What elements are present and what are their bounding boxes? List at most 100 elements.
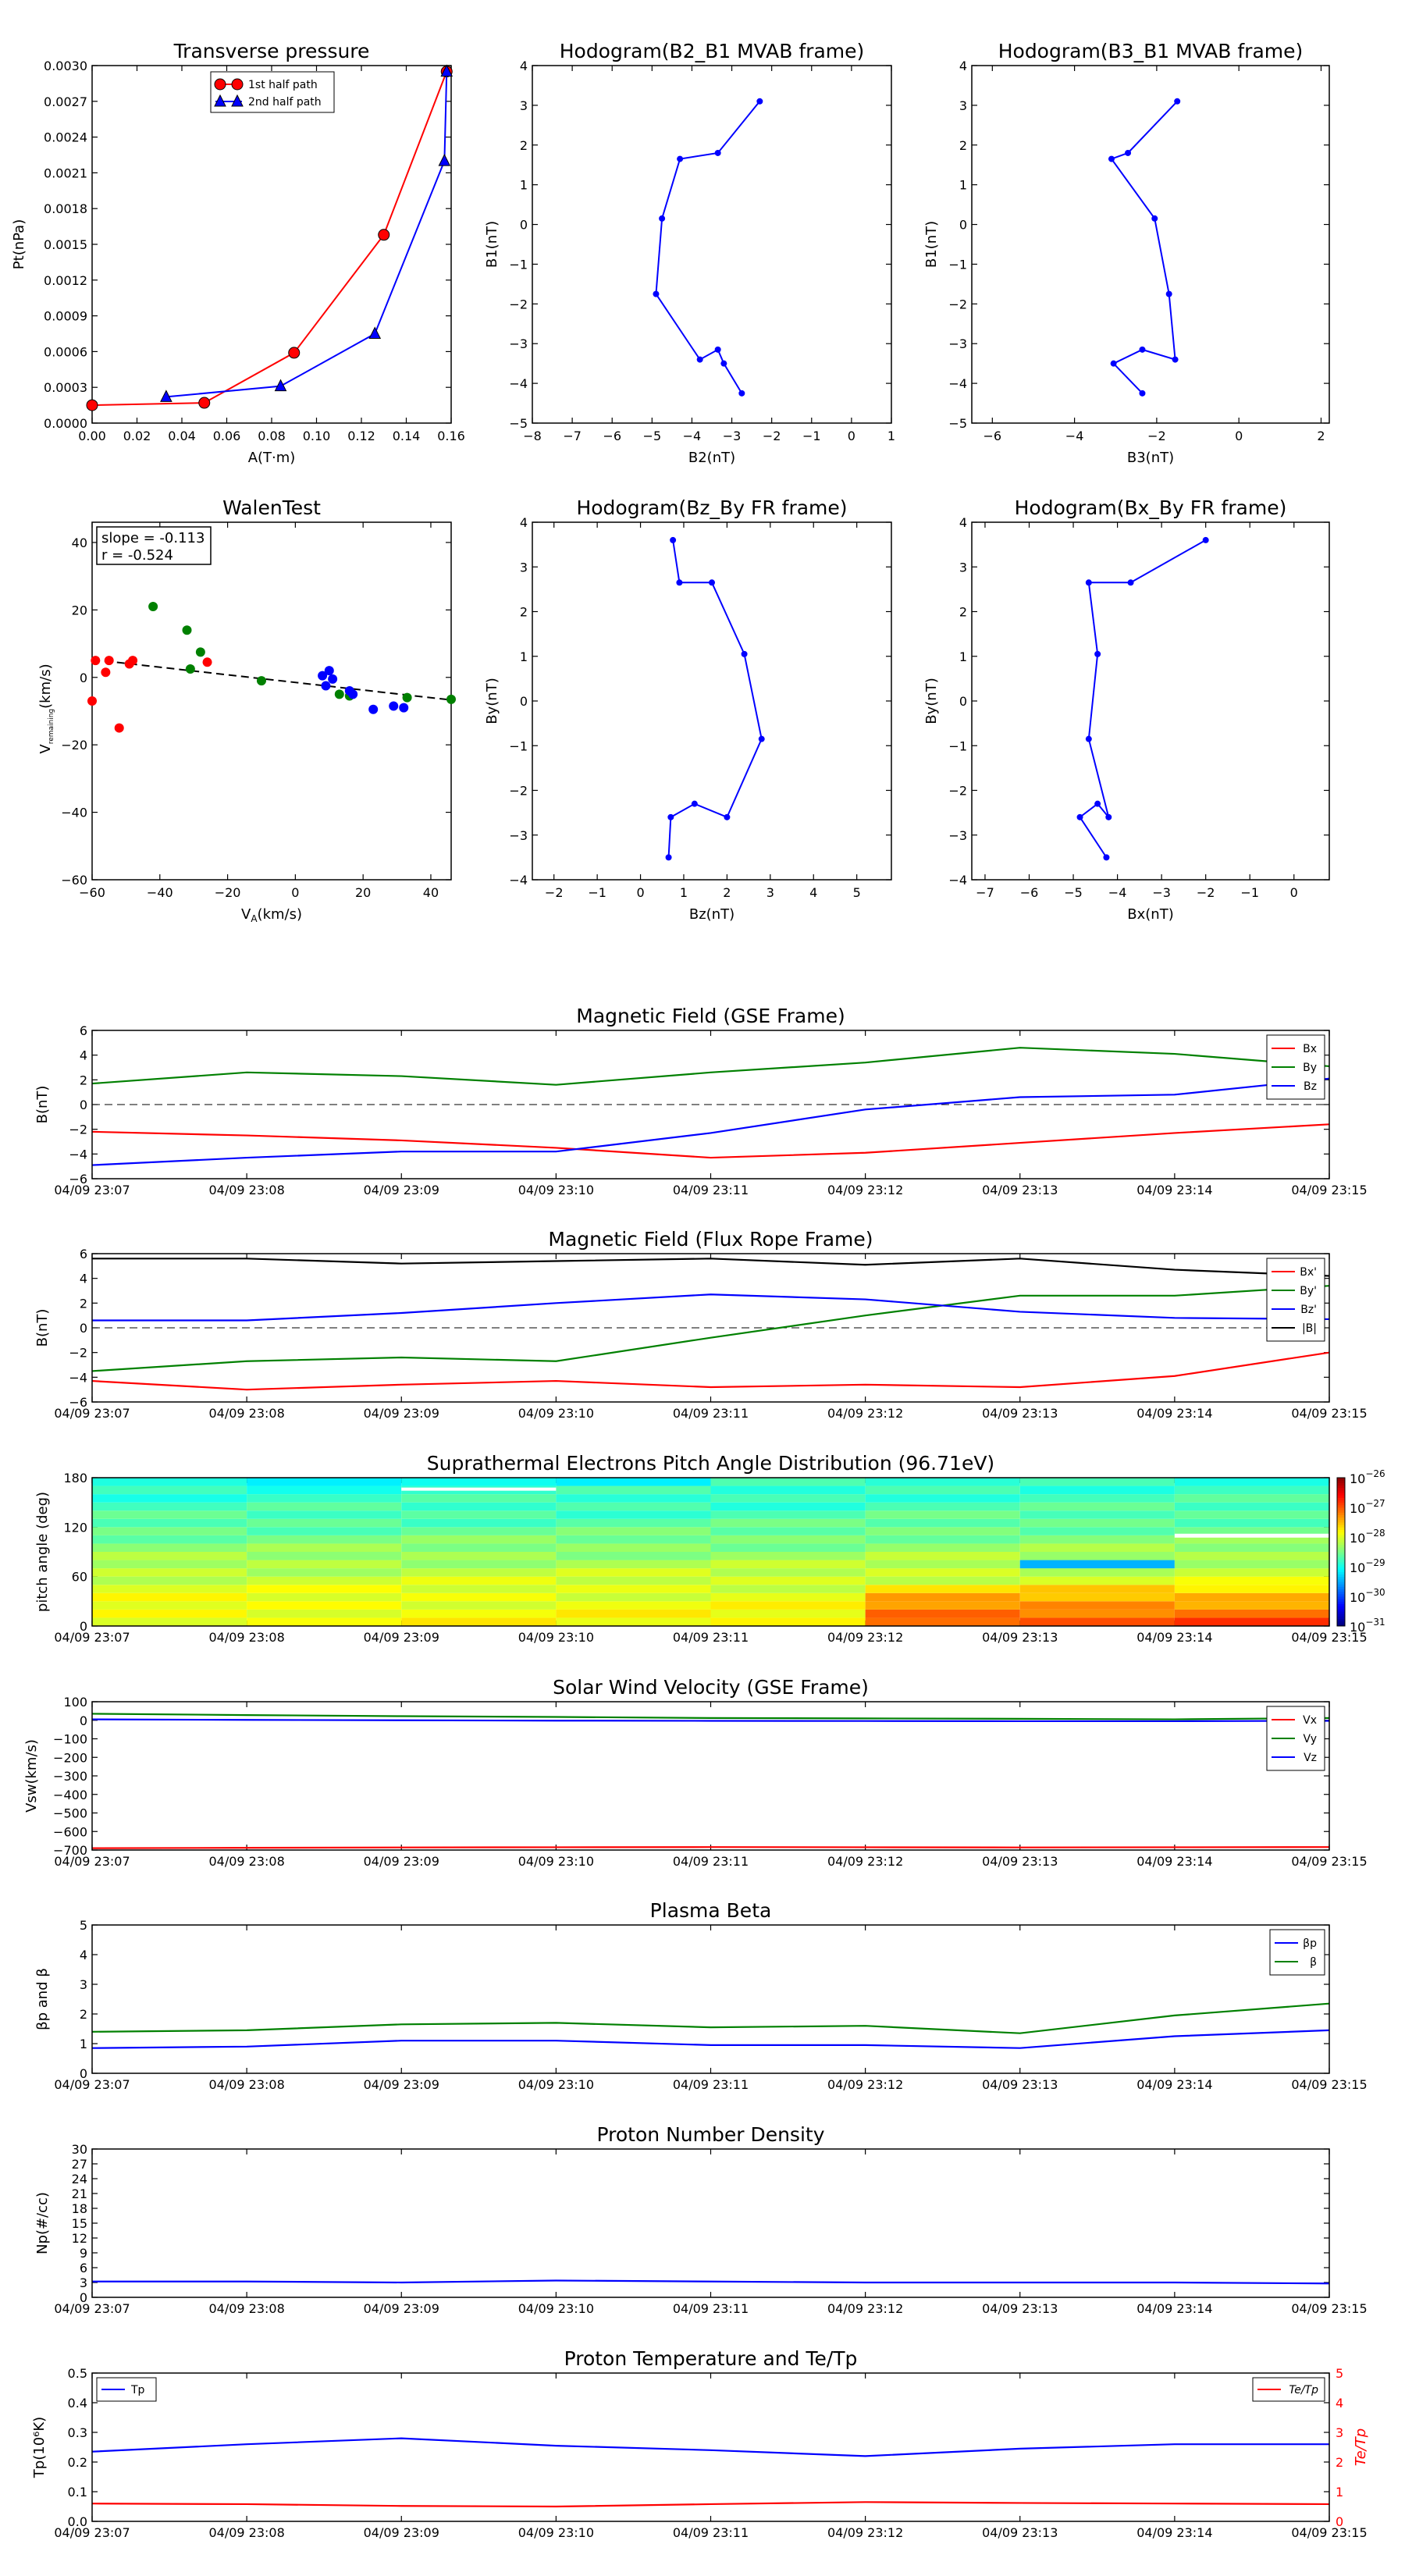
x-tick-label: 0.16: [437, 429, 465, 443]
heatmap-cell: [247, 1485, 402, 1495]
heatmap-cell: [247, 1568, 402, 1577]
heatmap-cell: [556, 1585, 711, 1593]
x-tick-label: 04/09 23:07: [54, 1406, 130, 1421]
x-axis-label: B2(nT): [688, 450, 735, 466]
heatmap-cell: [401, 1585, 557, 1593]
x-tick-label: 04/09 23:11: [673, 1630, 749, 1645]
heatmap-cell: [1019, 1527, 1175, 1535]
panel-title: Transverse pressure: [173, 40, 370, 62]
heatmap-cell: [1174, 1576, 1329, 1585]
heatmap-cell: [710, 1510, 866, 1519]
plot-frame: [91, 65, 452, 424]
y-tick-label: 0.0000: [44, 416, 87, 431]
y-tick-label: 4: [959, 515, 967, 530]
x-tick-label: 04/09 23:13: [982, 2301, 1058, 2316]
heatmap-cell: [865, 1568, 1020, 1577]
x-tick-label: 04/09 23:10: [518, 2301, 594, 2316]
hodogram-point: [714, 346, 721, 353]
y-tick-label: 1: [959, 649, 967, 664]
y-tick-label: 12: [72, 2231, 87, 2246]
x-tick-label: −1: [802, 429, 821, 443]
hodogram-point: [1139, 346, 1146, 353]
x-tick-label: 04/09 23:07: [54, 2077, 130, 2092]
colorbar-segment: [1337, 1589, 1345, 1592]
legend-label: Tp: [130, 2384, 145, 2396]
x-tick-label: 04/09 23:08: [208, 1630, 284, 1645]
panel-vsw: Solar Wind Velocity (GSE Frame) 04/09 23:…: [23, 1676, 1368, 1869]
colorbar-segment: [1337, 1480, 1345, 1483]
walen-point: [202, 657, 212, 667]
heatmap-cell: [710, 1543, 866, 1552]
series-line: [91, 2029, 1330, 2049]
y-right-tick-label: 2: [1336, 2455, 1343, 2470]
colorbar-segment: [1337, 1571, 1345, 1574]
heatmap-cell: [1019, 1609, 1175, 1618]
x-tick-label: 04/09 23:10: [518, 1854, 594, 1869]
x-tick-label: −3: [1152, 885, 1171, 900]
legend-marker: [231, 78, 244, 91]
colorbar-segment: [1337, 1485, 1345, 1489]
walen-point: [128, 656, 138, 666]
y-tick-label: 3: [520, 560, 528, 575]
heatmap-cell: [92, 1560, 247, 1569]
y-tick-label: 0.0027: [44, 94, 87, 109]
y-tick-label: −2: [509, 297, 528, 311]
heatmap-cell: [247, 1535, 402, 1544]
x-tick-label: 04/09 23:13: [982, 1854, 1058, 1869]
y-tick-label: 0.0: [68, 2514, 87, 2529]
fit-line: [91, 658, 452, 701]
heatmap-cell: [865, 1485, 1020, 1495]
plot-frame: [532, 521, 892, 881]
y-tick-label: 0: [959, 694, 967, 709]
heatmap-cell: [556, 1568, 711, 1577]
x-tick-label: 0.06: [213, 429, 241, 443]
y-tick-label: −6: [69, 1172, 87, 1187]
heatmap-cell: [401, 1502, 557, 1511]
heatmap-cell: [247, 1527, 402, 1535]
heatmap-cell: [1019, 1592, 1175, 1602]
panel-hodo2: Hodogram(B3_B1 MVAB frame) B3(nT) −6 −4 −2 0 2…: [923, 40, 1330, 466]
x-tick-label: 04/09 23:10: [518, 1183, 594, 1197]
plot-frame: [532, 65, 892, 424]
hodogram-point: [741, 650, 748, 657]
heatmap-cell: [92, 1601, 247, 1610]
heatmap-cell: [556, 1478, 711, 1486]
series-line: [91, 2002, 1330, 2034]
y-tick-label: 4: [959, 59, 967, 73]
heatmap-cell: [92, 1617, 247, 1626]
x-tick-label: 04/09 23:14: [1136, 2301, 1212, 2316]
plot-frame: [971, 521, 1330, 881]
x-tick-label: 04/09 23:11: [673, 1406, 749, 1421]
y-tick-label: −6: [69, 1395, 87, 1410]
y-tick-label: −5: [509, 416, 528, 431]
y-tick-label: 0.0012: [44, 273, 87, 288]
heatmap-cell: [710, 1568, 866, 1577]
y-axis-label: Np(#/cc): [34, 2192, 51, 2254]
plot-frame: [91, 2148, 1330, 2298]
hodogram-point: [720, 360, 727, 367]
x-tick-label: 04/09 23:08: [208, 2077, 284, 2092]
walen-point: [348, 689, 358, 699]
y-tick-label: 4: [80, 1048, 87, 1063]
heatmap-cell: [247, 1592, 402, 1602]
y-tick-label: 4: [80, 1948, 87, 1962]
hodogram-point: [691, 800, 698, 807]
heatmap-cell: [865, 1535, 1020, 1544]
y-tick-label: 0.0003: [44, 380, 87, 395]
hodogram-point: [1110, 360, 1117, 367]
heatmap-cell: [1174, 1585, 1329, 1593]
y-tick-label: 0: [80, 2290, 87, 2305]
panel-mag_gse: Magnetic Field (GSE Frame) 04/09 23:07 04/…: [34, 1005, 1368, 1197]
y-tick-label: 0: [959, 218, 967, 233]
heatmap-cell: [1174, 1510, 1329, 1519]
y-tick-label: 1: [959, 178, 967, 193]
heatmap-cell: [92, 1502, 247, 1511]
y-tick-label: 1: [80, 2037, 87, 2051]
triangle-marker: [368, 326, 382, 339]
colorbar-segment: [1337, 1527, 1345, 1530]
colorbar-segment: [1337, 1497, 1345, 1500]
heatmap-cell: [1174, 1543, 1329, 1552]
x-tick-label: −1: [588, 885, 606, 900]
heatmap-cell: [247, 1601, 402, 1610]
colorbar-segment: [1337, 1489, 1345, 1493]
